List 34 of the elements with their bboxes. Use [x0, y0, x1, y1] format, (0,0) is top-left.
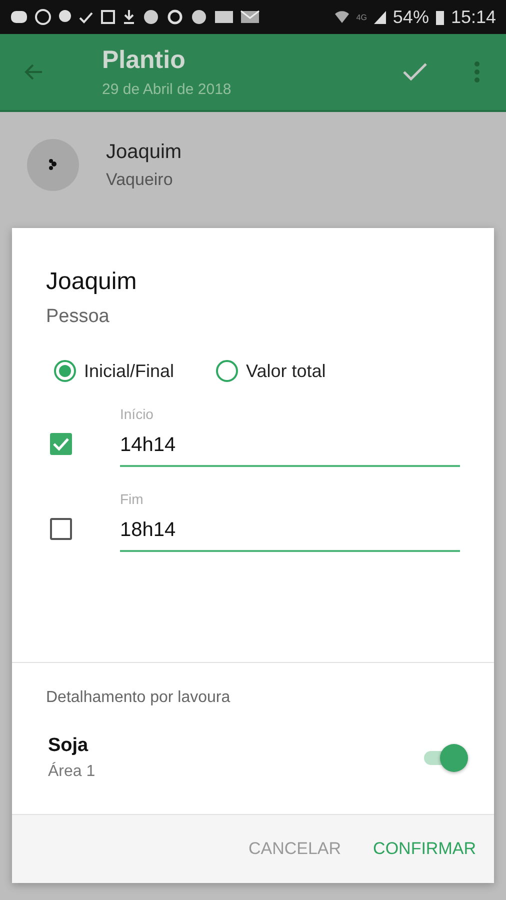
screen-title: Plantio: [102, 46, 186, 75]
circle-icon: [166, 8, 184, 26]
dialog-title: Joaquim: [46, 268, 138, 296]
time-input-field[interactable]: 14h14: [120, 434, 460, 467]
time-input-field[interactable]: 18h14: [120, 519, 460, 552]
avatar-icon: [26, 138, 80, 192]
wifi-icon: [334, 9, 350, 25]
mail-icon: [240, 9, 260, 25]
field-label: Início: [120, 406, 154, 422]
crop-area: Área 1: [48, 763, 96, 781]
download-icon: [122, 9, 136, 25]
battery-icon: [434, 8, 445, 26]
image-icon: [100, 9, 116, 25]
toggle-switch[interactable]: [422, 744, 468, 772]
more-icon[interactable]: [474, 61, 480, 83]
card-icon: [214, 9, 234, 25]
dialog-subtitle: Pessoa: [46, 306, 110, 328]
crop-name: Soja: [48, 735, 90, 757]
circle-icon: [142, 8, 160, 26]
section-title: Detalhamento por lavoura: [46, 689, 230, 706]
checkbox[interactable]: [50, 433, 72, 455]
radio-option[interactable]: Valor total: [216, 360, 326, 382]
check-icon[interactable]: [402, 61, 428, 83]
network-label: 4G: [356, 12, 367, 22]
battery-percent: 54%: [392, 6, 429, 28]
radio-option[interactable]: Inicial/Final: [54, 360, 174, 382]
contact-name: Joaquim: [106, 140, 182, 164]
field-label: Fim: [120, 491, 144, 507]
signal-icon: [372, 9, 387, 25]
checkbox[interactable]: [50, 518, 72, 540]
circle-icon: [190, 8, 208, 26]
contact-role: Vaqueiro: [106, 170, 174, 190]
screen-date: 29 de Abril de 2018: [102, 81, 232, 98]
clock: 15:14: [450, 6, 496, 28]
